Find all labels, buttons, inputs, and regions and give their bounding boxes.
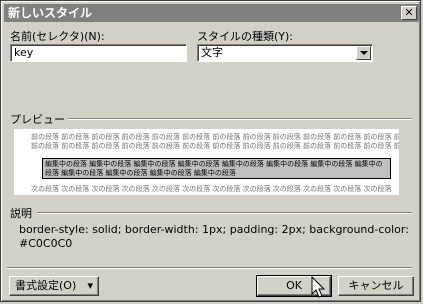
dialog-title: 新しいスタイル xyxy=(8,6,93,20)
description-label: 説明 xyxy=(10,205,35,221)
format-button[interactable]: 書式設定(O) ▾ xyxy=(9,276,99,296)
preview-next-paragraph: 次の段落 次の段落 次の段落 次の段落 次の段落 次の段落 次の段落 次の段落 … xyxy=(31,185,392,193)
preview-divider xyxy=(61,118,412,120)
preview-styled-paragraph: 編集中の段落 編集中の段落 編集中の段落 編集中の段落 編集中の段落 編集中の段… xyxy=(42,158,391,179)
description-divider xyxy=(37,212,412,214)
mouse-cursor-icon xyxy=(311,276,326,298)
ok-button-label: OK xyxy=(286,279,302,292)
preview-area: 前の段落 前の段落 前の段落 前の段落 前の段落 前の段落 前の段落 前の段落 … xyxy=(14,129,399,195)
name-input[interactable]: key xyxy=(10,44,187,62)
cancel-button[interactable]: キャンセル xyxy=(338,276,414,296)
chevron-down-icon[interactable] xyxy=(356,46,371,60)
bottom-divider xyxy=(7,267,412,269)
close-icon: ✕ xyxy=(404,6,414,19)
title-bar: 新しいスタイル ✕ xyxy=(4,4,419,22)
chevron-down-icon: ▾ xyxy=(87,279,93,292)
preview-previous-paragraph: 前の段落 前の段落 前の段落 前の段落 前の段落 前の段落 前の段落 前の段落 … xyxy=(31,133,399,141)
preview-styled-text: 編集中の段落 編集中の段落 編集中の段落 編集中の段落 編集中の段落 編集中の段… xyxy=(45,160,383,177)
description-text: border-style: solid; border-width: 1px; … xyxy=(19,223,409,250)
new-style-dialog: 新しいスタイル ✕ 名前(セレクタ)(N): key スタイルの種類(Y): 文… xyxy=(0,0,421,302)
preview-label: プレビュー xyxy=(10,111,68,127)
style-type-label: スタイルの種類(Y): xyxy=(197,30,294,43)
style-type-value: 文字 xyxy=(201,46,223,59)
cancel-button-label: キャンセル xyxy=(348,279,404,292)
close-button[interactable]: ✕ xyxy=(401,6,417,20)
preview-previous-paragraph-2: 前の段落 前の段落 前の段落 前の段落 前の段落 前の段落 前の段落 前の段落 … xyxy=(31,142,399,150)
style-type-select[interactable]: 文字 xyxy=(197,44,373,62)
name-input-value: key xyxy=(14,46,34,59)
format-button-label: 書式設定(O) xyxy=(15,279,77,292)
name-label: 名前(セレクタ)(N): xyxy=(10,30,105,43)
